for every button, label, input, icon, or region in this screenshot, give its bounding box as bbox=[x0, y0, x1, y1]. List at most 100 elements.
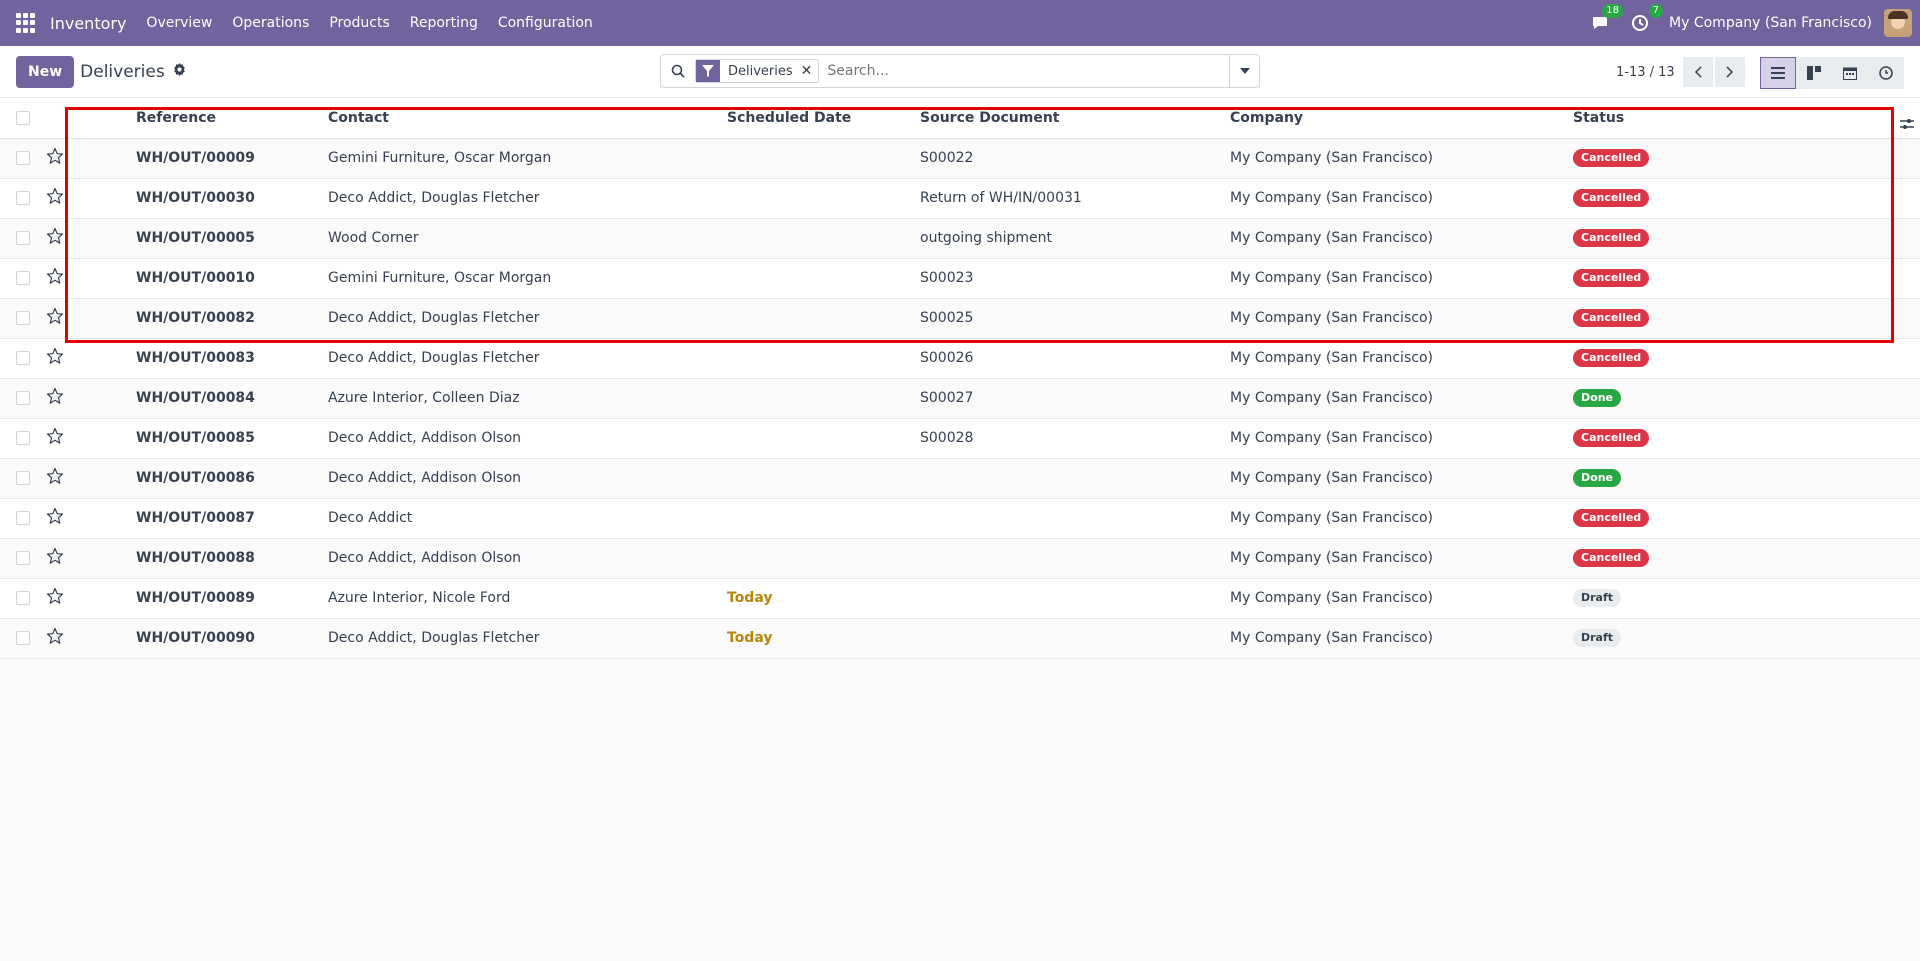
row-checkbox[interactable] bbox=[16, 311, 30, 325]
menu-operations[interactable]: Operations bbox=[232, 15, 309, 31]
cell-scheduled-date[interactable] bbox=[727, 298, 920, 339]
menu-configuration[interactable]: Configuration bbox=[498, 15, 593, 31]
cell-source-document[interactable] bbox=[920, 538, 1230, 579]
cell-source-document[interactable] bbox=[920, 578, 1230, 619]
search-options-toggle[interactable] bbox=[1229, 55, 1259, 87]
user-avatar[interactable] bbox=[1884, 9, 1912, 37]
table-row[interactable]: WH/OUT/00009 Gemini Furniture, Oscar Morg… bbox=[0, 138, 1920, 179]
cell-scheduled-date[interactable] bbox=[727, 138, 920, 179]
pager-value[interactable]: 1-13 / 13 bbox=[1616, 65, 1675, 80]
cell-company[interactable]: My Company (San Francisco) bbox=[1230, 458, 1573, 499]
cell-source-document[interactable] bbox=[920, 458, 1230, 499]
cell-status[interactable]: Draft bbox=[1573, 578, 1920, 619]
header-scheduled-date[interactable]: Scheduled Date bbox=[727, 98, 920, 139]
cell-reference[interactable]: WH/OUT/00087 bbox=[136, 498, 328, 539]
cell-reference[interactable]: WH/OUT/00030 bbox=[136, 178, 328, 219]
cell-reference[interactable]: WH/OUT/00083 bbox=[136, 338, 328, 379]
cell-scheduled-date[interactable]: Today bbox=[727, 578, 920, 619]
cell-scheduled-date[interactable] bbox=[727, 258, 920, 299]
cell-contact[interactable]: Deco Addict, Addison Olson bbox=[328, 418, 727, 459]
cell-scheduled-date[interactable] bbox=[727, 498, 920, 539]
star-icon[interactable] bbox=[46, 427, 64, 449]
row-checkbox[interactable] bbox=[16, 631, 30, 645]
cell-status[interactable]: Cancelled bbox=[1573, 498, 1920, 539]
cell-contact[interactable]: Deco Addict bbox=[328, 498, 727, 539]
table-row[interactable]: WH/OUT/00089 Azure Interior, Nicole Ford T… bbox=[0, 578, 1920, 619]
cell-status[interactable]: Cancelled bbox=[1573, 218, 1920, 259]
star-icon[interactable] bbox=[46, 347, 64, 369]
table-row[interactable]: WH/OUT/00087 Deco Addict My Company (San F… bbox=[0, 498, 1920, 539]
star-icon[interactable] bbox=[46, 467, 64, 489]
header-status[interactable]: Status bbox=[1573, 98, 1920, 139]
star-icon[interactable] bbox=[46, 187, 64, 209]
pager-next-button[interactable] bbox=[1714, 57, 1745, 87]
cell-source-document[interactable] bbox=[920, 498, 1230, 539]
star-icon[interactable] bbox=[46, 507, 64, 529]
menu-overview[interactable]: Overview bbox=[146, 15, 212, 31]
header-company[interactable]: Company bbox=[1230, 98, 1573, 139]
cell-company[interactable]: My Company (San Francisco) bbox=[1230, 618, 1573, 659]
cell-status[interactable]: Cancelled bbox=[1573, 138, 1920, 179]
cell-scheduled-date[interactable]: Today bbox=[727, 618, 920, 659]
cell-scheduled-date[interactable] bbox=[727, 538, 920, 579]
cell-contact[interactable]: Gemini Furniture, Oscar Morgan bbox=[328, 138, 727, 179]
app-name[interactable]: Inventory bbox=[50, 14, 126, 33]
cell-reference[interactable]: WH/OUT/00090 bbox=[136, 618, 328, 659]
cell-contact[interactable]: Deco Addict, Douglas Fletcher bbox=[328, 618, 727, 659]
new-button[interactable]: New bbox=[16, 55, 75, 88]
cell-contact[interactable]: Azure Interior, Nicole Ford bbox=[328, 578, 727, 619]
row-checkbox[interactable] bbox=[16, 191, 30, 205]
cell-source-document[interactable]: S00026 bbox=[920, 338, 1230, 379]
header-reference[interactable]: Reference bbox=[136, 98, 328, 139]
star-icon[interactable] bbox=[46, 547, 64, 569]
row-checkbox[interactable] bbox=[16, 271, 30, 285]
cell-reference[interactable]: WH/OUT/00086 bbox=[136, 458, 328, 499]
cell-scheduled-date[interactable] bbox=[727, 378, 920, 419]
cell-status[interactable]: Cancelled bbox=[1573, 338, 1920, 379]
table-row[interactable]: WH/OUT/00030 Deco Addict, Douglas Fletche… bbox=[0, 178, 1920, 219]
header-contact[interactable]: Contact bbox=[328, 98, 727, 139]
cell-status[interactable]: Cancelled bbox=[1573, 258, 1920, 299]
table-row[interactable]: WH/OUT/00088 Deco Addict, Addison Olson My… bbox=[0, 538, 1920, 579]
cell-company[interactable]: My Company (San Francisco) bbox=[1230, 418, 1573, 459]
table-row[interactable]: WH/OUT/00083 Deco Addict, Douglas Fletche… bbox=[0, 338, 1920, 379]
cell-status[interactable]: Cancelled bbox=[1573, 298, 1920, 339]
cell-contact[interactable]: Deco Addict, Addison Olson bbox=[328, 458, 727, 499]
cell-reference[interactable]: WH/OUT/00089 bbox=[136, 578, 328, 619]
table-row[interactable]: WH/OUT/00082 Deco Addict, Douglas Fletche… bbox=[0, 298, 1920, 339]
cell-company[interactable]: My Company (San Francisco) bbox=[1230, 298, 1573, 339]
table-row[interactable]: WH/OUT/00005 Wood Corner outgoing shipment… bbox=[0, 218, 1920, 259]
table-row[interactable]: WH/OUT/00084 Azure Interior, Colleen Diaz… bbox=[0, 378, 1920, 419]
cell-contact[interactable]: Deco Addict, Douglas Fletcher bbox=[328, 338, 727, 379]
row-checkbox[interactable] bbox=[16, 551, 30, 565]
star-icon[interactable] bbox=[46, 587, 64, 609]
cell-company[interactable]: My Company (San Francisco) bbox=[1230, 378, 1573, 419]
cell-source-document[interactable]: Return of WH/IN/00031 bbox=[920, 178, 1230, 219]
cell-contact[interactable]: Azure Interior, Colleen Diaz bbox=[328, 378, 727, 419]
table-row[interactable]: WH/OUT/00085 Deco Addict, Addison Olson S0… bbox=[0, 418, 1920, 459]
header-source-document[interactable]: Source Document bbox=[920, 98, 1230, 139]
cell-status[interactable]: Draft bbox=[1573, 618, 1920, 659]
menu-reporting[interactable]: Reporting bbox=[410, 15, 478, 31]
row-checkbox[interactable] bbox=[16, 351, 30, 365]
row-checkbox[interactable] bbox=[16, 591, 30, 605]
menu-products[interactable]: Products bbox=[329, 15, 389, 31]
cell-contact[interactable]: Deco Addict, Douglas Fletcher bbox=[328, 178, 727, 219]
cell-source-document[interactable] bbox=[920, 618, 1230, 659]
list-view-button[interactable] bbox=[1760, 57, 1796, 89]
cell-status[interactable]: Cancelled bbox=[1573, 178, 1920, 219]
cell-source-document[interactable]: S00028 bbox=[920, 418, 1230, 459]
kanban-view-button[interactable] bbox=[1796, 57, 1832, 89]
cell-contact[interactable]: Wood Corner bbox=[328, 218, 727, 259]
cell-scheduled-date[interactable] bbox=[727, 458, 920, 499]
cell-company[interactable]: My Company (San Francisco) bbox=[1230, 258, 1573, 299]
search-input[interactable] bbox=[827, 56, 1229, 86]
star-icon[interactable] bbox=[46, 627, 64, 649]
cell-company[interactable]: My Company (San Francisco) bbox=[1230, 498, 1573, 539]
cell-scheduled-date[interactable] bbox=[727, 218, 920, 259]
select-all-checkbox[interactable] bbox=[16, 110, 30, 125]
cell-company[interactable]: My Company (San Francisco) bbox=[1230, 538, 1573, 579]
row-checkbox[interactable] bbox=[16, 471, 30, 485]
cell-reference[interactable]: WH/OUT/00005 bbox=[136, 218, 328, 259]
row-checkbox[interactable] bbox=[16, 391, 30, 405]
